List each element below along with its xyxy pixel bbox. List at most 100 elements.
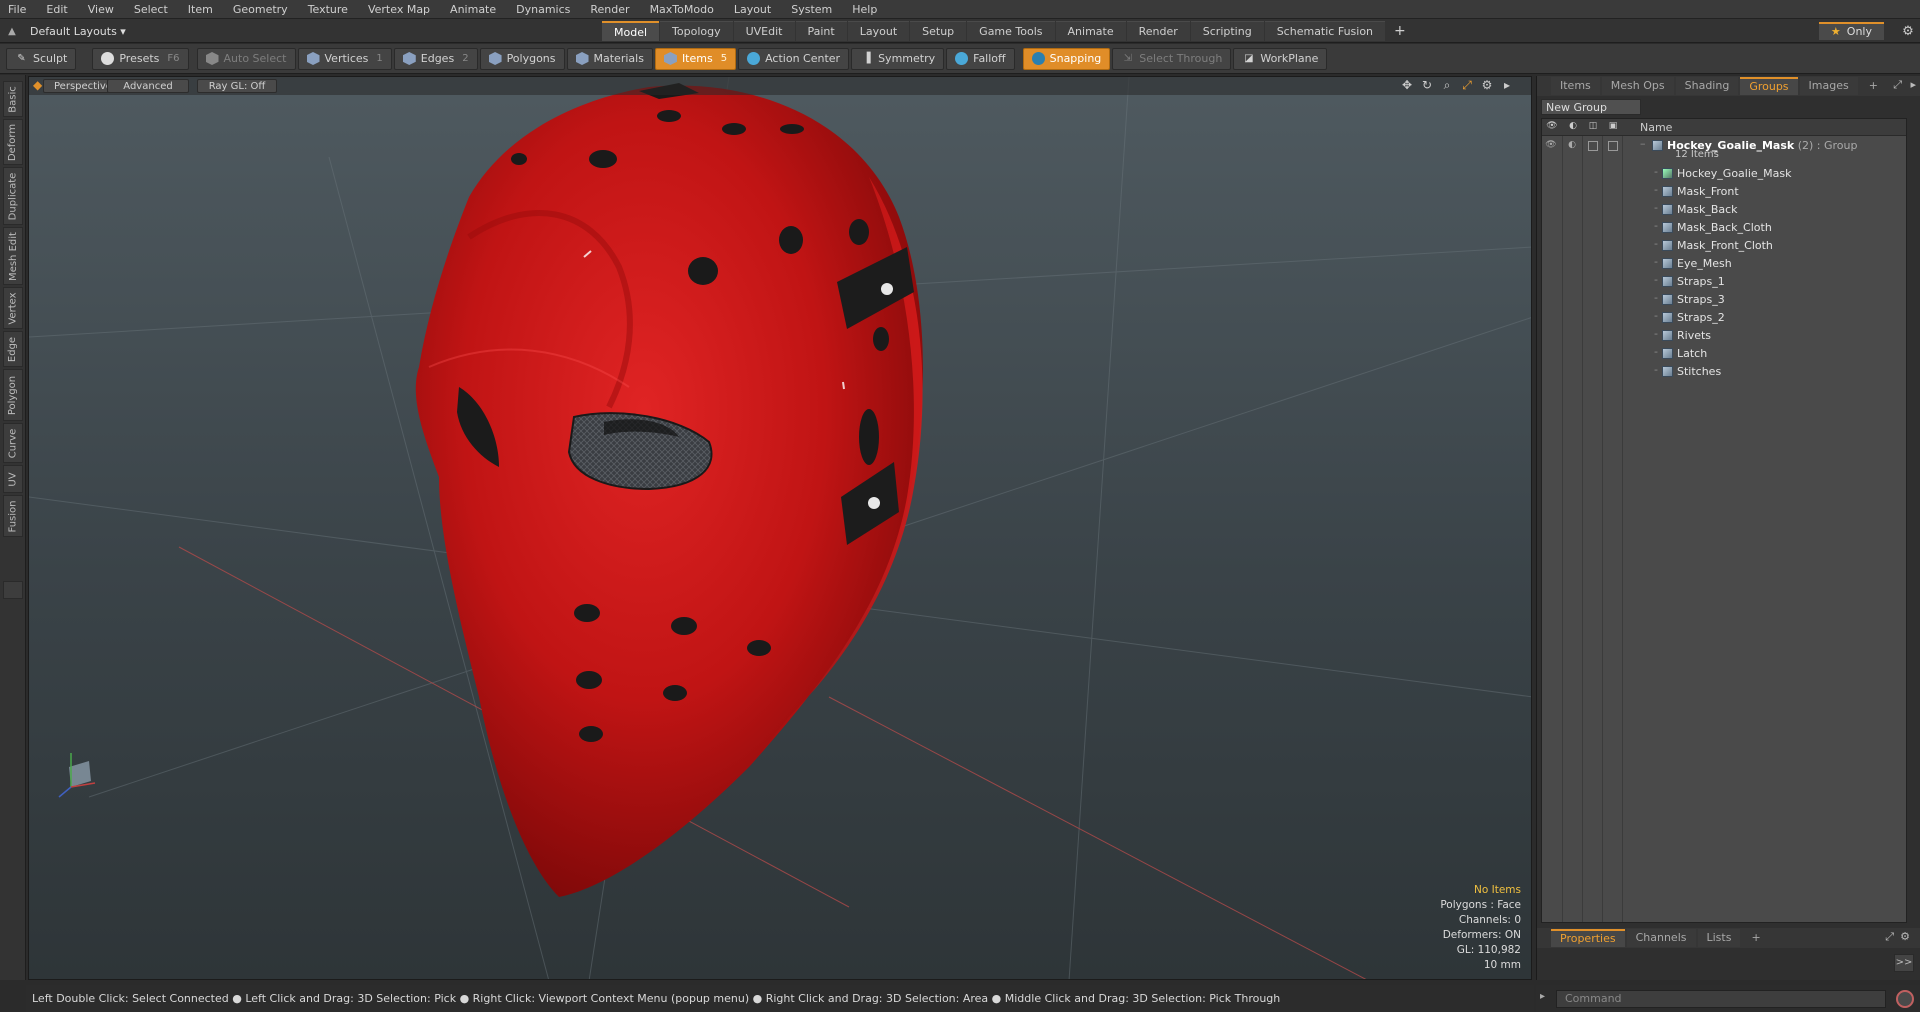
- menu-select[interactable]: Select: [124, 0, 178, 19]
- items-button[interactable]: Items 5: [654, 47, 737, 70]
- falloff-button[interactable]: Falloff: [946, 47, 1015, 70]
- add-tab-icon[interactable]: +: [1386, 21, 1414, 41]
- vtab-basic[interactable]: Basic: [3, 81, 23, 117]
- list-item[interactable]: - Stitches: [1542, 363, 1906, 381]
- menu-animate[interactable]: Animate: [440, 0, 506, 19]
- only-button[interactable]: ★ Only: [1818, 22, 1884, 40]
- tab-topology[interactable]: Topology: [660, 21, 733, 41]
- list-item[interactable]: - Rivets: [1542, 327, 1906, 345]
- properties-gear-icon[interactable]: ⚙: [1900, 930, 1910, 943]
- new-group-button[interactable]: New Group: [1541, 99, 1641, 115]
- workplane-button[interactable]: ◪ WorkPlane: [1233, 47, 1328, 70]
- render-column-icon[interactable]: ◐: [1566, 121, 1580, 133]
- list-item[interactable]: - Straps_2: [1542, 309, 1906, 327]
- list-item[interactable]: - Mask_Back: [1542, 201, 1906, 219]
- list-item[interactable]: - Hockey_Goalie_Mask: [1542, 165, 1906, 183]
- group-visibility-icon[interactable]: 👁: [1545, 140, 1557, 150]
- properties-expand-icon[interactable]: ⤢: [1885, 930, 1894, 944]
- gear-icon[interactable]: ⚙: [1896, 24, 1920, 39]
- list-item[interactable]: - Straps_1: [1542, 273, 1906, 291]
- group-select-box[interactable]: [1608, 141, 1618, 151]
- vtab-polygon[interactable]: Polygon: [3, 369, 23, 421]
- layout-collapse-icon[interactable]: ▲: [0, 19, 24, 43]
- expand-panel-button[interactable]: >>: [1894, 954, 1914, 972]
- list-item[interactable]: - Mask_Front_Cloth: [1542, 237, 1906, 255]
- vtab-fusion[interactable]: Fusion: [3, 495, 23, 537]
- advanced-dropdown[interactable]: Advanced: [107, 79, 189, 93]
- polygons-button[interactable]: Polygons: [479, 47, 565, 70]
- list-item[interactable]: - Mask_Front: [1542, 183, 1906, 201]
- vtab-vertex[interactable]: Vertex: [3, 287, 23, 329]
- tab-paint[interactable]: Paint: [795, 21, 847, 41]
- vtab-mesh-edit[interactable]: Mesh Edit: [3, 227, 23, 285]
- tab-images[interactable]: Images: [1799, 77, 1858, 95]
- tab-properties[interactable]: Properties: [1551, 929, 1625, 947]
- menu-dynamics[interactable]: Dynamics: [506, 0, 580, 19]
- command-arrow-icon[interactable]: ▸: [1540, 991, 1545, 1002]
- menu-geometry[interactable]: Geometry: [223, 0, 298, 19]
- lock-column-icon[interactable]: ◫: [1586, 121, 1600, 133]
- menu-item[interactable]: Item: [178, 0, 223, 19]
- auto-select-button[interactable]: Auto Select: [196, 47, 296, 70]
- materials-button[interactable]: Materials: [566, 47, 653, 70]
- list-item[interactable]: - Mask_Back_Cloth: [1542, 219, 1906, 237]
- vtab-curve[interactable]: Curve: [3, 423, 23, 463]
- snapping-button[interactable]: Snapping: [1022, 47, 1111, 70]
- visibility-column-icon[interactable]: 👁: [1545, 121, 1559, 133]
- add-panel-tab-icon[interactable]: +: [1860, 77, 1887, 95]
- raygl-toggle[interactable]: Ray GL: Off: [197, 79, 277, 93]
- menu-file[interactable]: File: [0, 0, 36, 19]
- menu-help[interactable]: Help: [842, 0, 887, 19]
- tab-animate[interactable]: Animate: [1055, 21, 1126, 41]
- tab-game-tools[interactable]: Game Tools: [967, 21, 1055, 41]
- vertices-button[interactable]: Vertices 1: [297, 47, 392, 70]
- record-icon[interactable]: [1896, 990, 1914, 1008]
- rotate-icon[interactable]: ↻: [1417, 78, 1437, 93]
- tab-mesh-ops[interactable]: Mesh Ops: [1601, 77, 1674, 95]
- 3d-viewport[interactable]: ◆ Perspective Advanced Ray GL: Off ✥ ↻ ⌕…: [28, 76, 1532, 980]
- group-row[interactable]: 👁 ◐ – Hockey_Goalie_Mask (2) : Group: [1542, 137, 1906, 155]
- vtab-duplicate[interactable]: Duplicate: [3, 167, 23, 225]
- menu-vertex-map[interactable]: Vertex Map: [358, 0, 440, 19]
- list-item[interactable]: - Eye_Mesh: [1542, 255, 1906, 273]
- viewport-settings-icon[interactable]: ⚙: [1477, 78, 1497, 93]
- panel-expand-icon[interactable]: ⤢: [1893, 78, 1902, 92]
- layout-dropdown[interactable]: Default Layouts ▾: [24, 25, 132, 38]
- vtab-uv[interactable]: UV: [3, 465, 23, 493]
- tab-shading[interactable]: Shading: [1675, 77, 1739, 95]
- tab-model[interactable]: Model: [602, 21, 660, 41]
- viewport-menu-icon[interactable]: ◆: [33, 78, 42, 92]
- hockey-mask-model[interactable]: [415, 83, 923, 897]
- maximize-icon[interactable]: ⤢: [1457, 78, 1477, 93]
- menu-system[interactable]: System: [781, 0, 842, 19]
- tab-uvedit[interactable]: UVEdit: [733, 21, 795, 41]
- tab-items[interactable]: Items: [1551, 77, 1600, 95]
- presets-button[interactable]: Presets F6: [92, 47, 189, 70]
- tab-layout[interactable]: Layout: [847, 21, 910, 41]
- pan-icon[interactable]: ✥: [1397, 78, 1417, 93]
- menu-layout[interactable]: Layout: [724, 0, 781, 19]
- add-properties-tab-icon[interactable]: +: [1742, 929, 1769, 947]
- menu-texture[interactable]: Texture: [298, 0, 358, 19]
- tab-schematic-fusion[interactable]: Schematic Fusion: [1264, 21, 1386, 41]
- select-through-button[interactable]: ⇲ Select Through: [1112, 47, 1232, 70]
- command-input[interactable]: Command: [1556, 990, 1886, 1008]
- tab-setup[interactable]: Setup: [910, 21, 967, 41]
- tab-render[interactable]: Render: [1126, 21, 1190, 41]
- viewport-more-icon[interactable]: ▸: [1497, 78, 1517, 93]
- sculpt-button[interactable]: ✎ Sculpt: [6, 47, 77, 70]
- symmetry-button[interactable]: ▐ Symmetry: [851, 47, 945, 70]
- name-column-header[interactable]: Name: [1640, 121, 1672, 134]
- group-render-icon[interactable]: ◐: [1566, 140, 1578, 150]
- tab-groups[interactable]: Groups: [1740, 77, 1798, 95]
- action-center-button[interactable]: Action Center: [738, 47, 850, 70]
- group-expand-icon[interactable]: –: [1640, 137, 1646, 150]
- vtab-extra-icon[interactable]: [3, 581, 23, 599]
- menu-render[interactable]: Render: [580, 0, 639, 19]
- menu-edit[interactable]: Edit: [36, 0, 77, 19]
- edges-button[interactable]: Edges 2: [393, 47, 478, 70]
- vtab-deform[interactable]: Deform: [3, 119, 23, 165]
- list-item[interactable]: - Straps_3: [1542, 291, 1906, 309]
- tab-scripting[interactable]: Scripting: [1190, 21, 1264, 41]
- select-column-icon[interactable]: ▣: [1606, 121, 1620, 133]
